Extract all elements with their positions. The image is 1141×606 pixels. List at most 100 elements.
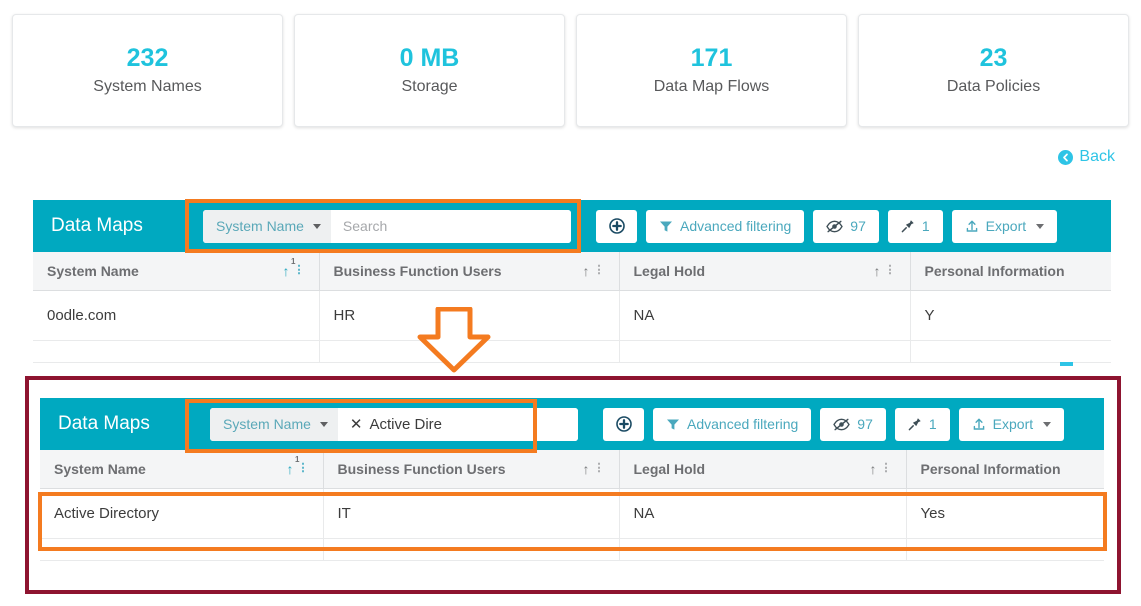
stat-value: 171: [690, 44, 733, 72]
search-placeholder: Search: [342, 218, 388, 234]
clear-search-icon[interactable]: ✕: [350, 417, 363, 432]
pin-icon: [901, 220, 914, 233]
column-menu-icon[interactable]: ⋮: [594, 462, 605, 475]
sort-arrow-up-icon[interactable]: ↑: [583, 462, 590, 476]
cell-empty: [619, 538, 907, 561]
cell-personal-information: Y: [910, 290, 1111, 341]
cell-system-name: Active Directory: [40, 488, 324, 539]
column-menu-icon[interactable]: ⋮: [881, 462, 892, 475]
cell-personal-information: Yes: [906, 488, 1104, 539]
hidden-columns-button[interactable]: 97: [813, 209, 879, 243]
cell-empty: [906, 538, 1104, 561]
advanced-filtering-label: Advanced filtering: [687, 416, 799, 432]
stat-card-data-policies[interactable]: 23 Data Policies: [858, 14, 1129, 127]
sort-arrow-up-icon[interactable]: ↑: [583, 264, 590, 278]
column-header-business-function-users[interactable]: Business Function Users ↑ ⋮: [323, 450, 620, 489]
sort-control[interactable]: ↑ ⋮: [583, 264, 605, 278]
sort-control[interactable]: ↑ ⋮: [583, 462, 605, 476]
sort-index: 1: [291, 257, 296, 266]
export-button[interactable]: Export: [958, 407, 1065, 441]
column-label: System Name: [47, 263, 139, 279]
sort-control[interactable]: 1 ↑ ⋮: [287, 455, 309, 476]
cell-empty: [619, 340, 911, 363]
column-header-personal-information[interactable]: Personal Information: [910, 252, 1111, 291]
pinned-count: 1: [921, 218, 930, 234]
column-header-legal-hold[interactable]: Legal Hold ↑ ⋮: [619, 252, 911, 291]
search-field-select[interactable]: System Name: [210, 407, 338, 441]
cell-legal-hold: NA: [619, 290, 911, 341]
pinned-columns-button[interactable]: 1: [887, 209, 943, 243]
data-maps-panel-after: Data Maps System Name ✕ Active Dire Adva…: [40, 398, 1104, 572]
panel-toolbar: Data Maps System Name ✕ Active Dire Adva…: [40, 398, 1104, 450]
stat-card-storage[interactable]: 0 MB Storage: [294, 14, 565, 127]
panel-title: Data Maps: [58, 413, 150, 434]
hidden-columns-button[interactable]: 97: [820, 407, 886, 441]
sort-arrow-up-icon[interactable]: ↑: [874, 264, 881, 278]
stat-card-system-names[interactable]: 232 System Names: [12, 14, 283, 127]
advanced-filtering-label: Advanced filtering: [680, 218, 792, 234]
column-label: Legal Hold: [633, 461, 706, 477]
filter-funnel-icon: [667, 419, 679, 430]
screenshot-root: 232 System Names 0 MB Storage 171 Data M…: [0, 0, 1141, 606]
table-row[interactable]: Active Directory IT NA Yes: [40, 488, 1104, 539]
pinned-columns-button[interactable]: 1: [894, 407, 950, 441]
table-row[interactable]: 0odle.com HR NA Y: [33, 290, 1111, 341]
chevron-down-icon: [312, 223, 321, 229]
sort-arrow-up-icon[interactable]: ↑: [287, 462, 294, 476]
table-row-partial: [40, 538, 1104, 561]
stat-value: 232: [126, 44, 169, 72]
panel-title: Data Maps: [51, 215, 143, 236]
filter-funnel-icon: [660, 221, 672, 232]
advanced-filtering-button[interactable]: Advanced filtering: [653, 407, 812, 441]
search-input[interactable]: Search: [330, 209, 571, 243]
column-label: Personal Information: [924, 263, 1065, 279]
search-input[interactable]: ✕ Active Dire: [337, 407, 578, 441]
back-link[interactable]: Back: [1058, 148, 1115, 166]
table-row-partial: [33, 340, 1111, 363]
chevron-down-icon: [1043, 421, 1052, 427]
sort-control[interactable]: 1 ↑ ⋮: [283, 257, 305, 278]
hidden-columns-count: 97: [850, 218, 866, 234]
pin-icon: [908, 418, 921, 431]
export-label: Export: [985, 218, 1027, 234]
stat-value: 0 MB: [399, 44, 460, 72]
stat-card-data-map-flows[interactable]: 171 Data Map Flows: [576, 14, 847, 127]
export-icon: [973, 418, 984, 430]
plus-circle-icon: [608, 218, 625, 234]
toolbar-buttons: Advanced filtering 97 1 Export: [603, 407, 1065, 441]
column-header-legal-hold[interactable]: Legal Hold ↑ ⋮: [619, 450, 907, 489]
search-field-select[interactable]: System Name: [203, 209, 331, 243]
column-menu-icon[interactable]: ⋮: [594, 264, 605, 277]
column-header-system-name[interactable]: System Name 1 ↑ ⋮: [40, 450, 324, 489]
stat-label: Data Map Flows: [653, 78, 770, 95]
export-button[interactable]: Export: [951, 209, 1058, 243]
eye-slash-icon: [833, 418, 851, 430]
add-button[interactable]: [603, 407, 644, 441]
plus-circle-icon: [615, 416, 632, 432]
search-group: System Name ✕ Active Dire: [210, 407, 578, 441]
annotation-down-arrow: [401, 306, 507, 373]
stat-label: System Names: [93, 78, 202, 95]
sort-arrow-up-icon[interactable]: ↑: [870, 462, 877, 476]
sort-control[interactable]: ↑ ⋮: [874, 264, 896, 278]
stat-value: 23: [979, 44, 1008, 72]
add-button[interactable]: [596, 209, 637, 243]
sort-control[interactable]: ↑ ⋮: [870, 462, 892, 476]
partial-element-dash: [1060, 362, 1073, 366]
column-header-business-function-users[interactable]: Business Function Users ↑ ⋮: [319, 252, 620, 291]
sort-index: 1: [295, 455, 300, 464]
sort-arrow-up-icon[interactable]: ↑: [283, 264, 290, 278]
data-maps-table-before: System Name 1 ↑ ⋮ Business Function User…: [33, 252, 1111, 363]
stat-label: Storage: [401, 78, 458, 95]
hidden-columns-count: 97: [857, 416, 873, 432]
back-circle-icon: [1058, 149, 1074, 165]
column-header-personal-information[interactable]: Personal Information: [906, 450, 1104, 489]
column-label: Business Function Users: [333, 263, 502, 279]
column-header-system-name[interactable]: System Name 1 ↑ ⋮: [33, 252, 320, 291]
column-menu-icon[interactable]: ⋮: [885, 264, 896, 277]
chevron-down-icon: [1036, 223, 1045, 229]
chevron-down-icon: [319, 421, 328, 427]
panel-toolbar: Data Maps System Name Search Advanced fi…: [33, 200, 1111, 252]
advanced-filtering-button[interactable]: Advanced filtering: [646, 209, 805, 243]
table-header-row: System Name 1 ↑ ⋮ Business Function User…: [33, 252, 1111, 291]
